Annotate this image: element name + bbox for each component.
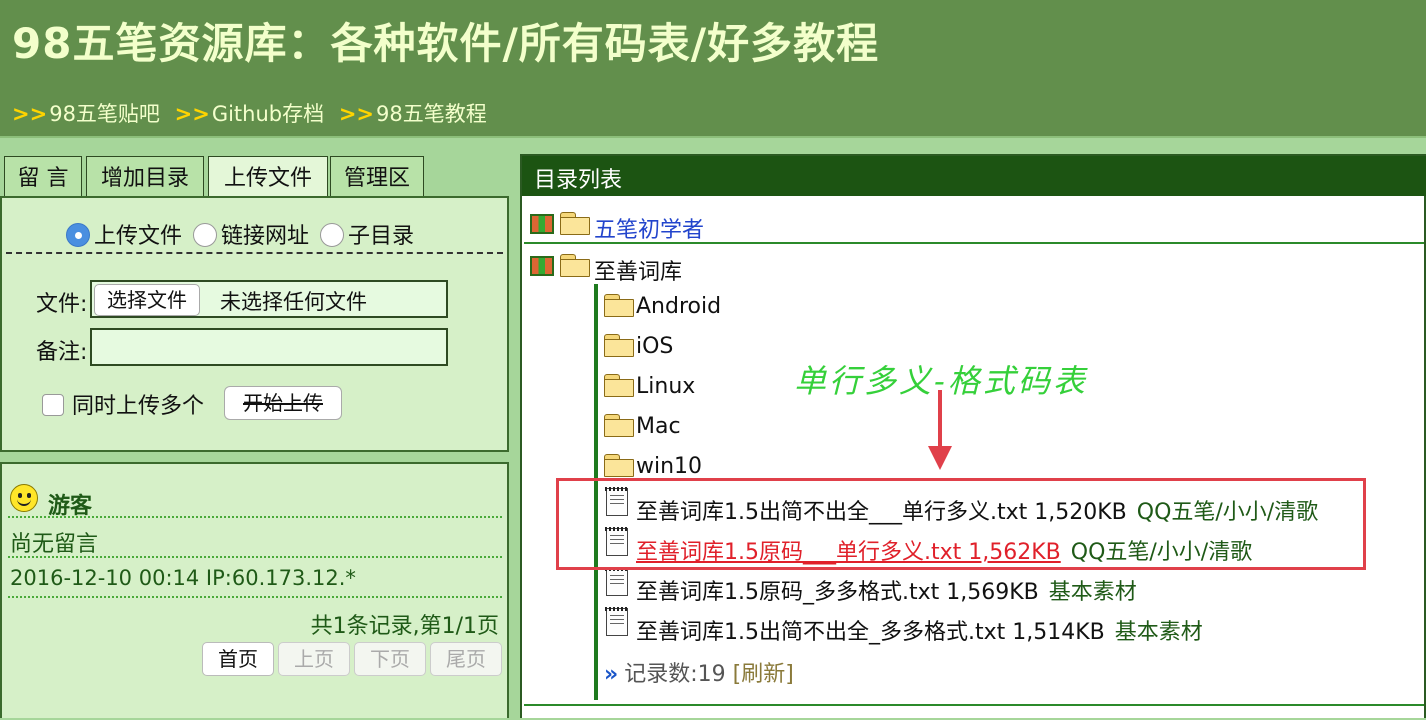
divider bbox=[6, 252, 503, 254]
double-chevron-icon: » bbox=[604, 662, 619, 687]
message-panel: 游客 尚无留言 2016-12-10 00:14 IP:60.173.12.* … bbox=[0, 462, 509, 718]
file-link[interactable]: 至善词库1.5出简不出全_多多格式.txt 1,514KB bbox=[636, 620, 1105, 645]
radio-label: 上传文件 bbox=[94, 224, 183, 249]
file-row: 至善词库1.5原码_多多格式.txt 1,569KB 基本素材 bbox=[636, 574, 1137, 606]
start-upload-button[interactable]: 开始上传 bbox=[224, 386, 342, 420]
message-content: 尚无留言 bbox=[10, 532, 99, 557]
refresh-link[interactable]: [刷新] bbox=[733, 662, 794, 687]
radio-upload-file[interactable]: 上传文件 bbox=[66, 223, 183, 249]
last-page-button[interactable]: 尾页 bbox=[430, 642, 502, 676]
folder-beginner[interactable]: 五笔初学者 bbox=[594, 212, 704, 244]
divider bbox=[8, 556, 502, 558]
tab-add-directory[interactable]: 增加目录 bbox=[86, 156, 204, 196]
divider bbox=[8, 516, 502, 518]
folder-ios[interactable]: iOS bbox=[636, 334, 673, 359]
annotation-arrow bbox=[938, 390, 942, 452]
divider bbox=[8, 596, 502, 598]
file-icon bbox=[605, 607, 629, 636]
note-input[interactable] bbox=[90, 328, 448, 366]
nav-arrow-icon: >> bbox=[12, 102, 48, 126]
record-count: » 记录数:19 [刷新] bbox=[604, 656, 794, 688]
folder-icon bbox=[560, 254, 590, 277]
nav-link-label: 98五笔贴吧 bbox=[49, 102, 160, 126]
file-label: 文件: bbox=[36, 292, 88, 317]
file-link[interactable]: 至善词库1.5原码_多多格式.txt 1,569KB bbox=[636, 580, 1039, 605]
site-title: 98五笔资源库：各种软件/所有码表/好多教程 bbox=[12, 19, 880, 68]
multi-upload-label: 同时上传多个 bbox=[72, 394, 205, 419]
first-page-button[interactable]: 首页 bbox=[202, 642, 274, 676]
tab-admin[interactable]: 管理区 bbox=[330, 156, 424, 196]
next-page-button[interactable]: 下页 bbox=[354, 642, 426, 676]
folder-zhishan[interactable]: 至善词库 bbox=[594, 254, 682, 286]
color-box-icon[interactable] bbox=[530, 256, 554, 276]
multi-upload-checkbox[interactable] bbox=[42, 394, 64, 416]
annotation-arrow-head bbox=[928, 446, 952, 470]
record-summary: 共1条记录,第1/1页 bbox=[310, 614, 499, 639]
tab-messages[interactable]: 留 言 bbox=[4, 156, 82, 196]
folder-mac[interactable]: Mac bbox=[636, 414, 681, 439]
radio-label: 链接网址 bbox=[221, 224, 310, 249]
radio-label: 子目录 bbox=[348, 224, 415, 249]
no-file-text: 未选择任何文件 bbox=[220, 290, 367, 314]
nav-link-github[interactable]: >>Github存档 bbox=[175, 102, 325, 126]
upload-panel: 上传文件 链接网址 子目录 文件: 选择文件 未选择任何文件 备注: 同时上传多… bbox=[0, 196, 509, 452]
radio-checked-icon[interactable] bbox=[66, 223, 90, 247]
upload-type-radios: 上传文件 链接网址 子目录 bbox=[66, 218, 418, 250]
nav-link-tieba[interactable]: >>98五笔贴吧 bbox=[12, 102, 160, 126]
folder-icon bbox=[604, 454, 634, 477]
folder-icon bbox=[560, 212, 590, 235]
message-meta: 2016-12-10 00:14 IP:60.173.12.* bbox=[10, 566, 356, 590]
radio-icon[interactable] bbox=[193, 223, 218, 247]
folder-win10[interactable]: win10 bbox=[636, 454, 702, 479]
radio-link-url[interactable]: 链接网址 bbox=[193, 223, 310, 249]
choose-file-button[interactable]: 选择文件 bbox=[94, 284, 200, 316]
directory-title: 目录列表 bbox=[534, 168, 623, 193]
file-tag: 基本素材 bbox=[1048, 580, 1137, 605]
radio-icon[interactable] bbox=[320, 223, 345, 247]
file-input[interactable]: 选择文件 未选择任何文件 bbox=[90, 280, 448, 318]
nav-arrow-icon: >> bbox=[338, 102, 375, 126]
file-tag: 基本素材 bbox=[1114, 620, 1203, 645]
folder-linux[interactable]: Linux bbox=[636, 374, 695, 399]
file-row: 至善词库1.5出简不出全_多多格式.txt 1,514KB 基本素材 bbox=[636, 614, 1203, 646]
directory-panel: 目录列表 五笔初学者 至善词库 Android iOS Linux Mac wi… bbox=[520, 154, 1426, 718]
nav-link-tutorial[interactable]: >>98五笔教程 bbox=[339, 102, 487, 126]
radio-subdirectory[interactable]: 子目录 bbox=[320, 223, 415, 249]
note-label: 备注: bbox=[36, 340, 88, 365]
divider bbox=[524, 242, 1424, 244]
nav-arrow-icon: >> bbox=[174, 102, 210, 126]
record-count-label: 记录数:19 bbox=[624, 662, 726, 687]
prev-page-button[interactable]: 上页 bbox=[278, 642, 350, 676]
nav-link-label: 98五笔教程 bbox=[376, 102, 487, 126]
folder-icon bbox=[604, 414, 634, 437]
smiley-icon bbox=[10, 484, 38, 512]
nav-link-label: Github存档 bbox=[211, 102, 325, 126]
top-nav: >>98五笔贴吧 >>Github存档 >>98五笔教程 bbox=[12, 98, 495, 128]
site-header: 98五笔资源库：各种软件/所有码表/好多教程 >>98五笔贴吧 >>Github… bbox=[0, 0, 1426, 138]
folder-android[interactable]: Android bbox=[636, 294, 721, 319]
color-box-icon[interactable] bbox=[530, 214, 554, 234]
file-icon bbox=[605, 567, 629, 596]
highlight-box bbox=[556, 478, 1366, 570]
folder-icon bbox=[604, 334, 634, 357]
tab-upload-file[interactable]: 上传文件 bbox=[208, 156, 328, 200]
folder-icon bbox=[604, 294, 634, 317]
directory-header: 目录列表 bbox=[522, 156, 1426, 196]
folder-icon bbox=[604, 374, 634, 397]
